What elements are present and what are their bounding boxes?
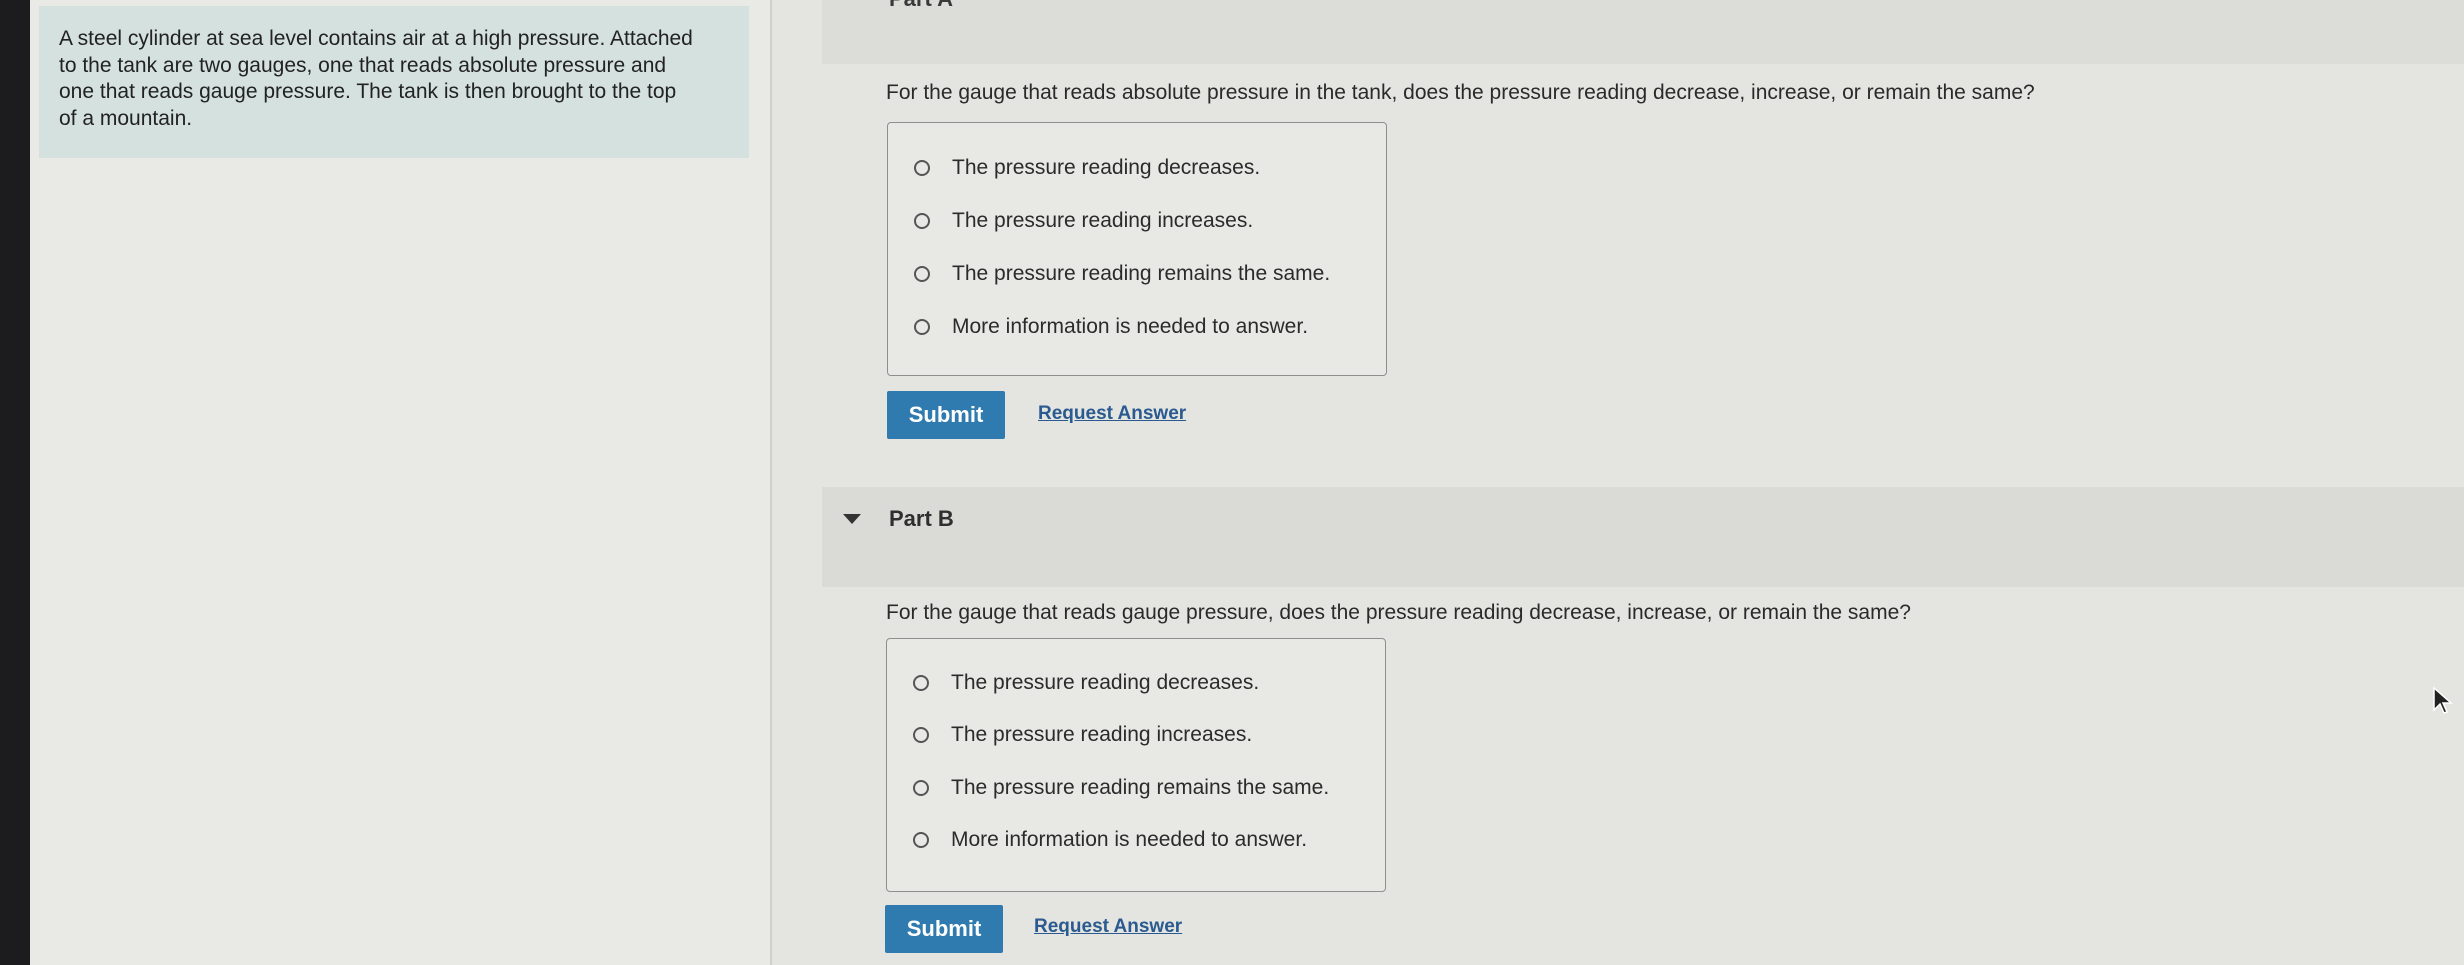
option-label: The pressure reading remains the same. <box>951 776 1330 799</box>
screen-bezel <box>0 0 30 965</box>
option-label: The pressure reading remains the same. <box>952 262 1331 285</box>
problem-text: A steel cylinder at sea level contains a… <box>59 27 693 130</box>
radio-button[interactable] <box>913 832 929 848</box>
part-b-request-answer-link[interactable]: Request Answer <box>1034 916 1182 938</box>
option-label: The pressure reading increases. <box>951 723 1253 746</box>
part-b-options: The pressure reading decreases. The pres… <box>886 638 1386 892</box>
part-b-header[interactable] <box>822 487 2464 587</box>
option-label: The pressure reading decreases. <box>952 156 1261 179</box>
option-label: The pressure reading increases. <box>952 209 1254 232</box>
part-a-title: Part A <box>889 0 953 12</box>
part-b-option-decreases[interactable]: The pressure reading decreases. <box>913 671 1259 695</box>
part-a-option-more-info[interactable]: More information is needed to answer. <box>914 315 1308 339</box>
part-a-question: For the gauge that reads absolute pressu… <box>886 81 2035 104</box>
part-a-option-same[interactable]: The pressure reading remains the same. <box>914 262 1330 286</box>
part-b-option-increases[interactable]: The pressure reading increases. <box>913 723 1252 747</box>
radio-button[interactable] <box>913 675 929 691</box>
problem-statement: A steel cylinder at sea level contains a… <box>39 6 749 158</box>
option-label: More information is needed to answer. <box>951 828 1308 851</box>
radio-button[interactable] <box>913 727 929 743</box>
part-b-submit-button[interactable]: Submit <box>885 905 1003 953</box>
part-b-option-same[interactable]: The pressure reading remains the same. <box>913 776 1329 800</box>
part-a-submit-button[interactable]: Submit <box>887 391 1005 439</box>
collapse-caret-icon[interactable] <box>843 514 861 524</box>
part-a-option-decreases[interactable]: The pressure reading decreases. <box>914 156 1260 180</box>
radio-button[interactable] <box>914 160 930 176</box>
part-a-option-increases[interactable]: The pressure reading increases. <box>914 209 1253 233</box>
mouse-pointer-icon <box>2433 686 2453 714</box>
radio-button[interactable] <box>914 213 930 229</box>
option-label: The pressure reading decreases. <box>951 671 1260 694</box>
part-a-header[interactable] <box>822 0 2464 64</box>
radio-button[interactable] <box>914 266 930 282</box>
radio-button[interactable] <box>913 780 929 796</box>
part-a-request-answer-link[interactable]: Request Answer <box>1038 403 1186 425</box>
option-label: More information is needed to answer. <box>952 315 1309 338</box>
part-b-option-more-info[interactable]: More information is needed to answer. <box>913 828 1307 852</box>
radio-button[interactable] <box>914 319 930 335</box>
part-a-options: The pressure reading decreases. The pres… <box>887 122 1387 376</box>
part-b-question: For the gauge that reads gauge pressure,… <box>886 601 1911 624</box>
part-b-title: Part B <box>889 506 954 531</box>
